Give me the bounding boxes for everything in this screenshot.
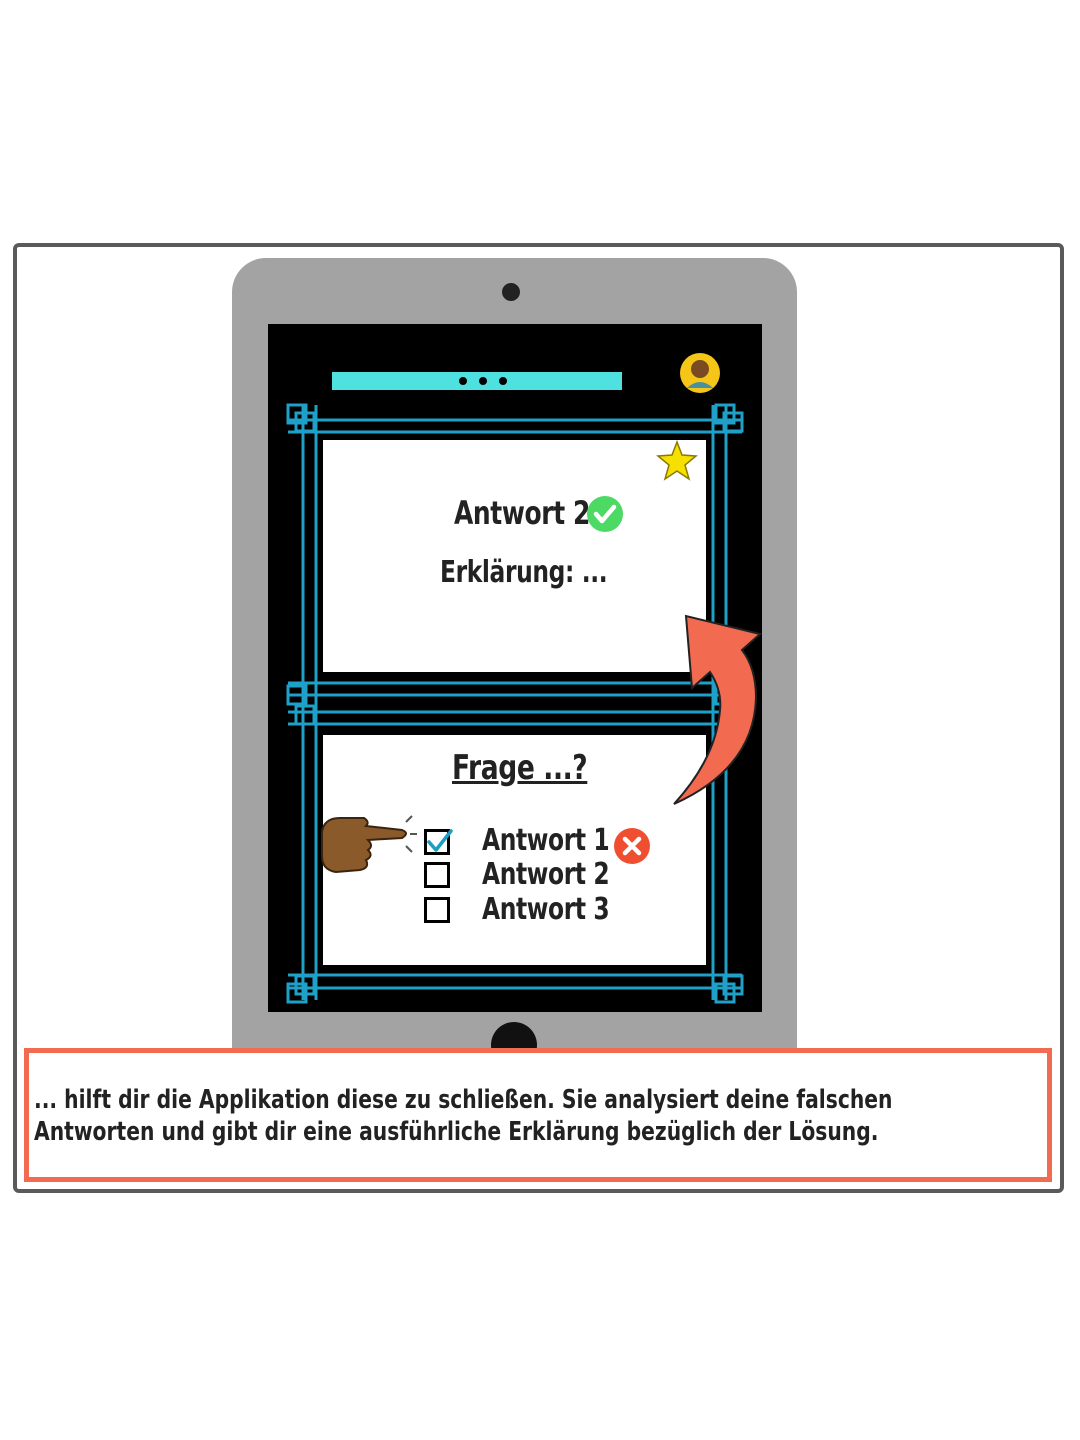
star-icon[interactable] <box>656 440 698 482</box>
caption-text: ... hilft dir die Applikation diese zu s… <box>34 1084 892 1148</box>
caption-line-1: ... hilft dir die Applikation diese zu s… <box>34 1085 893 1115</box>
option-2-checkbox[interactable] <box>424 862 450 888</box>
option-3-label[interactable]: Antwort 3 <box>482 892 610 927</box>
card-frame <box>286 403 744 1004</box>
check-circle-icon <box>587 496 623 532</box>
wrong-x-icon <box>614 828 650 864</box>
pointing-hand-icon <box>321 815 417 874</box>
curved-arrow-icon <box>673 614 763 805</box>
question-title: Frage ...? <box>452 748 588 788</box>
option-2-label[interactable]: Antwort 2 <box>482 857 610 892</box>
explanation-text: Erklärung: ... <box>440 555 608 590</box>
option-3-checkbox[interactable] <box>424 897 450 923</box>
correct-answer-label: Antwort 2 <box>454 494 591 532</box>
caption-line-2: Antworten und gibt dir eine ausführliche… <box>34 1117 879 1147</box>
option-1-label[interactable]: Antwort 1 <box>482 823 610 858</box>
checkmark-icon <box>427 829 453 852</box>
